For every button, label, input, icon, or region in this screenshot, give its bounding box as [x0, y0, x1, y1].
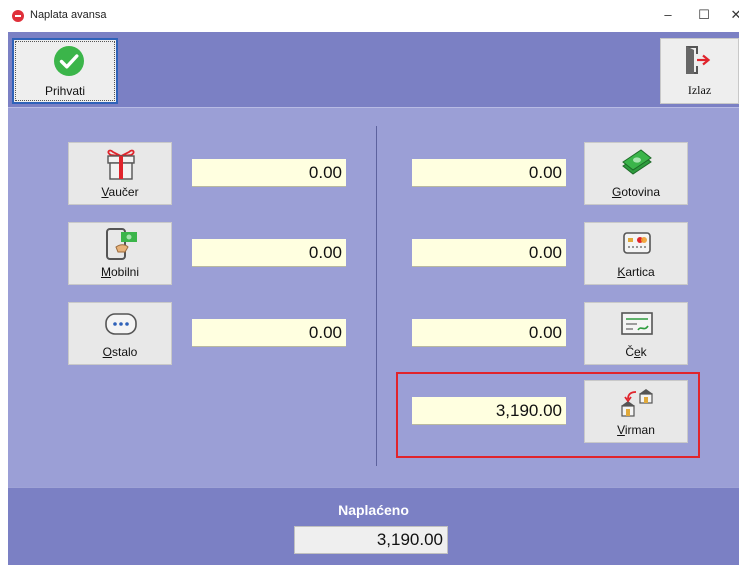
cash-label: Gotovina	[611, 185, 661, 199]
check-amount-field[interactable]: 0.00	[412, 319, 566, 347]
mobile-button[interactable]: Mobilni	[68, 222, 172, 285]
cash-amount-field[interactable]: 0.00	[412, 159, 566, 187]
toolbar: Prihvati Izlaz	[8, 32, 739, 107]
chat-bubble-icon	[105, 313, 137, 335]
app-logo-icon	[12, 10, 24, 22]
mobile-amount-field[interactable]: 0.00	[192, 239, 346, 267]
footer: Naplaćeno 3,190.00	[8, 487, 739, 565]
other-button[interactable]: Ostalo	[68, 302, 172, 365]
check-icon	[621, 312, 653, 335]
exit-label: Izlaz	[687, 83, 712, 97]
exit-door-icon	[686, 46, 711, 74]
card-button[interactable]: Kartica	[584, 222, 688, 285]
other-amount-field[interactable]: 0.00	[192, 319, 346, 347]
gift-icon	[107, 149, 135, 180]
card-label: Kartica	[617, 265, 655, 279]
other-label: Ostalo	[102, 345, 138, 359]
mobile-payment-icon	[106, 228, 137, 260]
voucher-button[interactable]: Vaučer	[68, 142, 172, 205]
exit-button[interactable]: Izlaz	[660, 38, 739, 104]
cash-icon	[622, 149, 652, 175]
column-divider	[376, 126, 377, 466]
close-button[interactable]: ✕	[724, 4, 739, 26]
minimize-button[interactable]: –	[656, 4, 680, 26]
voucher-label: Vaučer	[101, 185, 139, 199]
transfer-label: Virman	[617, 423, 655, 437]
card-amount-field[interactable]: 0.00	[412, 239, 566, 267]
voucher-amount-field[interactable]: 0.00	[192, 159, 346, 187]
accept-button[interactable]: Prihvati	[12, 38, 118, 104]
accept-label: Prihvati	[44, 84, 85, 98]
check-label: Ček	[625, 345, 647, 359]
card-icon	[623, 232, 651, 254]
maximize-button[interactable]: ☐	[692, 4, 716, 26]
transfer-button[interactable]: Virman	[584, 380, 688, 443]
transfer-amount-field[interactable]: 3,190.00	[412, 397, 566, 425]
check-button[interactable]: Ček	[584, 302, 688, 365]
checkmark-icon	[54, 46, 84, 76]
mobile-label: Mobilni	[100, 265, 140, 279]
cash-button[interactable]: Gotovina	[584, 142, 688, 205]
payment-panel: Vaučer 0.00 Mobilni 0.00 Ostalo 0.00 0.0…	[8, 107, 739, 487]
window-title: Naplata avansa	[30, 9, 107, 21]
paid-total-value: 3,190.00	[294, 526, 448, 554]
paid-label: Naplaćeno	[338, 502, 409, 518]
title-bar: Naplata avansa – ☐ ✕	[0, 0, 739, 32]
bank-transfer-icon	[621, 389, 653, 417]
